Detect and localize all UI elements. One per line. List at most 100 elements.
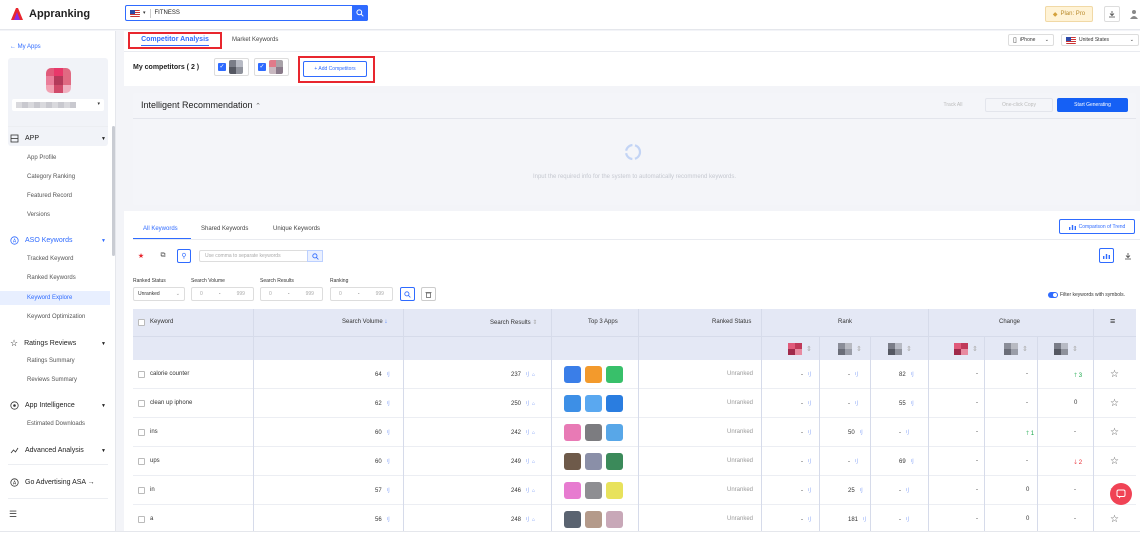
keyword-cell[interactable]: in — [150, 487, 155, 493]
track-all-button[interactable]: Track All — [925, 98, 981, 112]
filter-icon[interactable]: ⚲ — [177, 249, 191, 263]
nav-group-app-intelligence[interactable]: App Intelligence ▼ — [10, 401, 106, 410]
nav-versions[interactable]: Versions — [27, 212, 50, 218]
chart-view-button[interactable] — [1099, 248, 1114, 263]
trend-icon[interactable]: ⺉ — [806, 459, 811, 465]
top-app-icon[interactable] — [606, 424, 623, 441]
table-row[interactable]: clean up iphone 62 ⺉ 250 ⺉ ⌂ Unranked - ⺉ - ⺉ 55 ⺉ - -… — [133, 389, 1136, 418]
store-icon[interactable]: ⌂ — [532, 372, 535, 378]
country-selector[interactable]: United States ⌄ — [1061, 34, 1139, 46]
sort-icon[interactable]: ⇕ — [856, 345, 862, 353]
add-competitors-button[interactable]: + Add Competitors — [303, 61, 367, 77]
nav-tracked-keyword[interactable]: Tracked Keyword — [27, 256, 73, 262]
favorite-star-icon[interactable]: ☆ — [1110, 514, 1119, 525]
plan-badge[interactable]: ◆ Plan: Pro — [1045, 6, 1093, 22]
tab-all-keywords[interactable]: All Keywords — [143, 226, 178, 232]
nav-group-app[interactable]: APP ▼ — [10, 134, 106, 143]
symbols-filter-toggle[interactable] — [1048, 292, 1058, 298]
top-app-icon[interactable] — [606, 366, 623, 383]
nav-keyword-optimization[interactable]: Keyword Optimization — [27, 314, 85, 320]
trend-icon[interactable]: ⺉ — [806, 372, 811, 378]
trend-icon[interactable]: ⺉ — [853, 401, 858, 407]
start-generating-button[interactable]: Start Generating — [1057, 98, 1128, 112]
ranking-range[interactable]: 0-999 — [330, 287, 393, 301]
nav-reviews-summary[interactable]: Reviews Summary — [27, 377, 77, 383]
select-all-checkbox[interactable] — [138, 319, 145, 326]
logo[interactable]: Appranking — [10, 7, 90, 21]
app-selector[interactable]: ▾ — [12, 99, 104, 111]
trend-icon[interactable]: ⺉ — [524, 459, 529, 465]
trend-icon[interactable]: ⺉ — [853, 372, 858, 378]
sort-icon[interactable]: ⇕ — [1022, 345, 1028, 353]
row-checkbox[interactable] — [138, 458, 145, 465]
store-icon[interactable]: ⌂ — [532, 517, 535, 523]
top-app-icon[interactable] — [585, 511, 602, 528]
favorite-filter-icon[interactable]: ★ — [134, 249, 148, 263]
caret-down-icon[interactable]: ▾ — [143, 10, 146, 16]
store-icon[interactable]: ⌂ — [532, 401, 535, 407]
nav-app-profile[interactable]: App Profile — [27, 155, 56, 161]
tab-market-keywords[interactable]: Market Keywords — [232, 37, 278, 43]
search-value[interactable]: FITNESS — [155, 10, 180, 16]
keyword-search-button[interactable] — [307, 250, 323, 262]
keyword-cell[interactable]: ins — [150, 429, 158, 435]
favorite-star-icon[interactable]: ☆ — [1110, 427, 1119, 438]
search-results-range[interactable]: 0-999 — [260, 287, 323, 301]
table-row[interactable]: ins 60 ⺉ 242 ⺉ ⌂ Unranked - ⺉ 50 ⺉ - ⺉ - 🡑 1 - ☆ — [133, 418, 1136, 447]
top-app-icon[interactable] — [606, 395, 623, 412]
sort-icon[interactable]: ⇕ — [806, 345, 812, 353]
export-button[interactable] — [1120, 248, 1135, 263]
competitor-chip-2[interactable]: ✓ — [254, 58, 289, 76]
trend-icon[interactable]: ⺉ — [858, 430, 863, 436]
favorite-star-icon[interactable]: ☆ — [1110, 456, 1119, 467]
top-app-icon[interactable] — [564, 395, 581, 412]
checkbox-checked[interactable]: ✓ — [258, 63, 266, 71]
top-app-icon[interactable] — [585, 482, 602, 499]
top-app-icon[interactable] — [564, 453, 581, 470]
top-app-icon[interactable] — [606, 482, 623, 499]
trend-icon[interactable]: ⺉ — [524, 401, 529, 407]
device-selector[interactable]: ▯ iPhone ⌄ — [1008, 34, 1054, 46]
one-click-copy-button[interactable]: One-click Copy — [985, 98, 1053, 112]
keyword-cell[interactable]: calorie counter — [150, 371, 189, 377]
go-advertising-asa[interactable]: A Go Advertising ASA → — [10, 478, 106, 487]
user-avatar[interactable] — [1128, 6, 1140, 22]
top-app-icon[interactable] — [564, 482, 581, 499]
trend-icon[interactable]: ⺉ — [385, 459, 390, 465]
row-checkbox[interactable] — [138, 487, 145, 494]
nav-featured-record[interactable]: Featured Record — [27, 193, 72, 199]
nav-ranked-keywords[interactable]: Ranked Keywords — [27, 275, 76, 281]
tab-shared-keywords[interactable]: Shared Keywords — [201, 226, 248, 232]
checkbox-checked[interactable]: ✓ — [218, 63, 226, 71]
search-input[interactable]: ▾ FITNESS — [125, 5, 368, 21]
trend-icon[interactable]: ⺉ — [904, 488, 909, 494]
keyword-cell[interactable]: ups — [150, 458, 160, 464]
collapse-icon[interactable]: ⌃ — [255, 103, 261, 110]
nav-estimated-downloads[interactable]: Estimated Downloads — [27, 421, 85, 427]
trend-icon[interactable]: ⺉ — [909, 372, 914, 378]
row-checkbox[interactable] — [138, 429, 145, 436]
table-row[interactable]: in57⺉246⺉⌂Unranked-⺉25⺉-⺉-0-☆ — [133, 476, 1136, 505]
trend-icon[interactable]: ⺉ — [861, 517, 866, 523]
back-to-my-apps[interactable]: ← My Apps — [10, 44, 41, 50]
trend-icon[interactable]: ⺉ — [909, 459, 914, 465]
sidebar-scrollbar[interactable] — [112, 126, 115, 256]
table-row[interactable]: ups 60 ⺉ 249 ⺉ ⌂ Unranked - ⺉ - ⺉ 69 ⺉ - - 🡓 2 ☆ — [133, 447, 1136, 476]
top-app-icon[interactable] — [585, 395, 602, 412]
store-icon[interactable]: ⌂ — [532, 430, 535, 436]
col-search-volume[interactable]: Search Volume ↓ — [342, 319, 387, 325]
keyword-separator-input[interactable]: Use comma to separate keywords — [199, 250, 323, 262]
trend-icon[interactable]: ⺉ — [385, 517, 390, 523]
sort-icon[interactable]: ⇕ — [972, 345, 978, 353]
row-checkbox[interactable] — [138, 400, 145, 407]
collapse-menu-icon[interactable]: ☰ — [9, 509, 17, 520]
sort-icon[interactable]: ⇕ — [1072, 345, 1078, 353]
nav-group-ratings-reviews[interactable]: ☆ Ratings Reviews ▼ — [10, 338, 106, 349]
nav-keyword-explore[interactable]: Keyword Explore — [0, 291, 110, 305]
keyword-cell[interactable]: clean up iphone — [150, 400, 192, 406]
trend-icon[interactable]: ⺉ — [524, 517, 529, 523]
column-settings-icon[interactable]: ≡ — [1110, 316, 1115, 326]
col-keyword[interactable]: Keyword — [150, 319, 173, 325]
chat-support-button[interactable] — [1110, 483, 1132, 505]
store-icon[interactable]: ⌂ — [532, 459, 535, 465]
